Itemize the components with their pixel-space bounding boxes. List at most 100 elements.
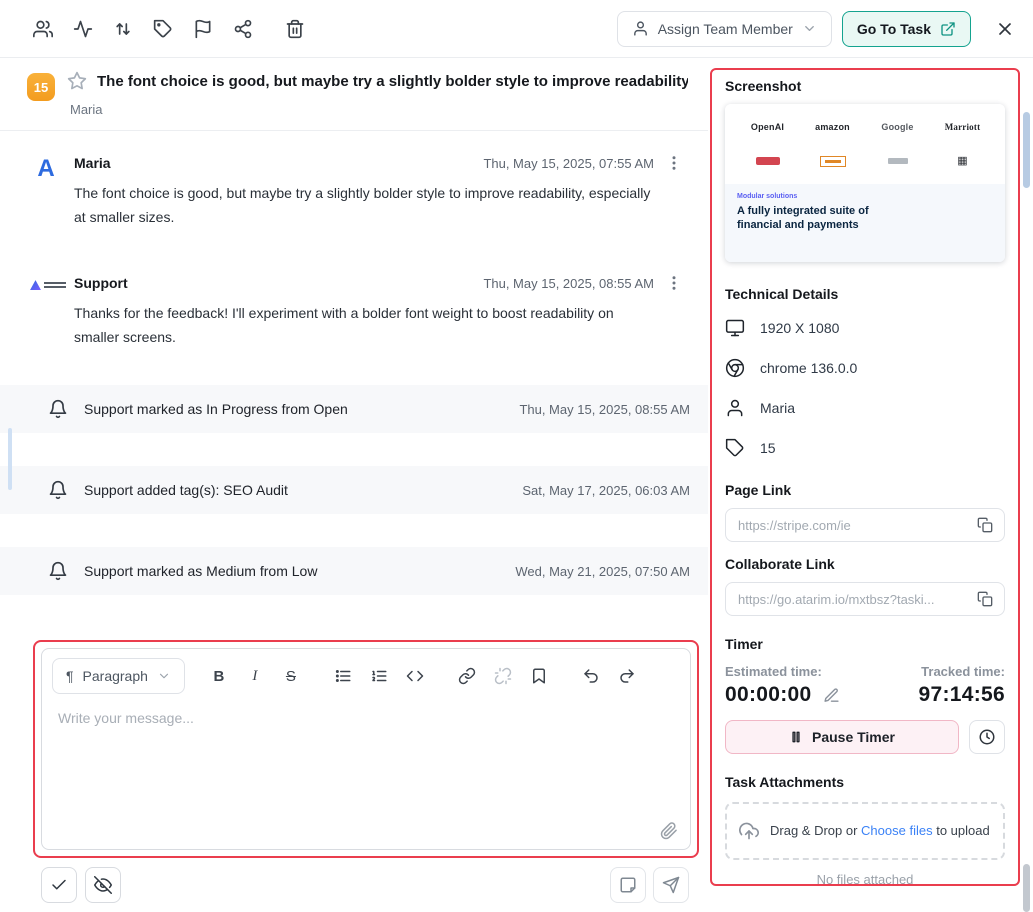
- close-panel-button[interactable]: [989, 13, 1021, 45]
- bell-icon: [48, 399, 68, 419]
- task-details-sidebar: Screenshot OpenAI amazon Google Marriott…: [712, 70, 1018, 895]
- task-title: The font choice is good, but maybe try a…: [97, 73, 688, 90]
- attach-file-button[interactable]: [660, 822, 678, 840]
- flag-icon: [193, 19, 213, 39]
- logo-openai: OpenAI: [751, 122, 784, 132]
- reporter-value: Maria: [760, 400, 795, 416]
- check-icon: [50, 876, 68, 894]
- redo-button[interactable]: [611, 661, 643, 691]
- time-log-button[interactable]: [969, 720, 1005, 754]
- copy-page-link-button[interactable]: [972, 512, 998, 538]
- pause-timer-button[interactable]: Pause Timer: [725, 720, 959, 754]
- browser-value: chrome 136.0.0: [760, 360, 857, 376]
- numbered-list-icon: [370, 667, 388, 685]
- activity-text: Support added tag(s): SEO Audit: [84, 482, 288, 498]
- timer-heading: Timer: [725, 636, 1005, 652]
- flag-button[interactable]: [187, 13, 219, 45]
- tracked-time-value: 97:14:56: [919, 683, 1005, 707]
- undo-button[interactable]: [575, 661, 607, 691]
- sort-arrows-icon: [113, 19, 133, 39]
- comment-text: Thanks for the feedback! I'll experiment…: [74, 301, 684, 349]
- logo-mark-icon: [820, 156, 846, 167]
- go-to-task-button[interactable]: Go To Task: [842, 11, 971, 47]
- timer-controls: Pause Timer: [725, 720, 1005, 754]
- activity-button[interactable]: [67, 13, 99, 45]
- logo-amazon: amazon: [815, 122, 850, 132]
- editor-actions: [0, 867, 708, 907]
- sidebar-scrollbar-thumb[interactable]: [1023, 112, 1030, 188]
- task-author: Maria: [70, 102, 688, 117]
- strikethrough-button[interactable]: S: [275, 661, 307, 691]
- activity-row: Support marked as In Progress from Open …: [0, 385, 708, 433]
- bookmark-button[interactable]: [523, 661, 555, 691]
- choose-files-link[interactable]: Choose files: [861, 823, 933, 838]
- collaborate-link-heading: Collaborate Link: [725, 556, 1005, 572]
- note-button[interactable]: [610, 867, 646, 903]
- code-button[interactable]: [399, 661, 431, 691]
- delete-task-button[interactable]: [279, 13, 311, 45]
- activity-text: Support marked as Medium from Low: [84, 563, 317, 579]
- task-number-row: 15: [725, 428, 1005, 468]
- task-action-icons: [27, 13, 311, 45]
- assign-users-button[interactable]: [27, 13, 59, 45]
- paragraph-label: Paragraph: [83, 668, 148, 684]
- comment-menu-button[interactable]: [664, 153, 684, 173]
- priority-sort-button[interactable]: [107, 13, 139, 45]
- code-icon: [406, 667, 424, 685]
- task-number-badge: 15: [27, 73, 55, 101]
- monitor-icon: [725, 318, 745, 338]
- bell-icon: [48, 561, 68, 581]
- tag-button[interactable]: [147, 13, 179, 45]
- no-files-text: No files attached: [725, 872, 1005, 887]
- send-icon: [662, 876, 680, 894]
- activity-row: Support marked as Medium from Low Wed, M…: [0, 547, 708, 595]
- bold-button[interactable]: B: [203, 661, 235, 691]
- screenshot-hero: Modular solutions A fully integrated sui…: [725, 184, 1005, 262]
- timer-labels: Estimated time: Tracked time:: [725, 664, 1005, 679]
- person-icon: [632, 20, 649, 37]
- eye-off-icon: [94, 876, 112, 894]
- page-link-input[interactable]: [738, 518, 968, 533]
- page-scrollbar-thumb[interactable]: [1023, 864, 1030, 912]
- comment-menu-button[interactable]: [664, 273, 684, 293]
- chrome-icon: [725, 358, 745, 378]
- activity-timestamp: Sat, May 17, 2025, 06:03 AM: [522, 483, 690, 498]
- assign-team-member-button[interactable]: Assign Team Member: [617, 11, 832, 47]
- internal-note-visibility-button[interactable]: [85, 867, 121, 903]
- screenshot-logo-grid: OpenAI amazon Google Marriott ▦: [725, 104, 1005, 184]
- dropzone-prefix: Drag & Drop or: [770, 823, 857, 838]
- pilcrow-icon: ¶: [66, 668, 74, 684]
- comment-author: Maria: [74, 155, 111, 171]
- send-button[interactable]: [653, 867, 689, 903]
- bell-icon: [48, 480, 68, 500]
- assign-team-member-label: Assign Team Member: [658, 21, 793, 37]
- conversation-scrollbar-thumb[interactable]: [8, 428, 12, 490]
- tag-icon: [153, 19, 173, 39]
- users-icon: [33, 19, 53, 39]
- bullet-list-button[interactable]: [327, 661, 359, 691]
- task-attachments-heading: Task Attachments: [725, 774, 1005, 790]
- numbered-list-button[interactable]: [363, 661, 395, 691]
- collaborate-link-input[interactable]: [738, 592, 968, 607]
- close-icon: [995, 19, 1015, 39]
- resolve-button[interactable]: [41, 867, 77, 903]
- workflow-button[interactable]: [227, 13, 259, 45]
- resolution-value: 1920 X 1080: [760, 320, 839, 336]
- copy-collaborate-link-button[interactable]: [972, 586, 998, 612]
- paragraph-style-dropdown[interactable]: ¶ Paragraph: [52, 658, 185, 694]
- comment-item: A Maria Thu, May 15, 2025, 07:55 AM The …: [0, 141, 708, 239]
- edit-estimated-time-button[interactable]: [823, 687, 840, 704]
- screenshot-caption: A fully integrated suite of financial an…: [737, 204, 869, 233]
- upload-cloud-icon: [739, 821, 759, 841]
- brand-wordmark: [44, 280, 66, 290]
- italic-button[interactable]: I: [239, 661, 271, 691]
- task-number-value: 15: [760, 440, 776, 456]
- attachments-dropzone[interactable]: Drag & Drop or Choose files to upload: [725, 802, 1005, 860]
- link-button[interactable]: [451, 661, 483, 691]
- bullet-list-icon: [334, 667, 352, 685]
- screenshot-thumbnail[interactable]: OpenAI amazon Google Marriott ▦ Modular …: [725, 104, 1005, 262]
- message-input[interactable]: [42, 698, 690, 849]
- unlink-button[interactable]: [487, 661, 519, 691]
- star-icon[interactable]: [67, 71, 87, 91]
- avatar: [30, 277, 70, 293]
